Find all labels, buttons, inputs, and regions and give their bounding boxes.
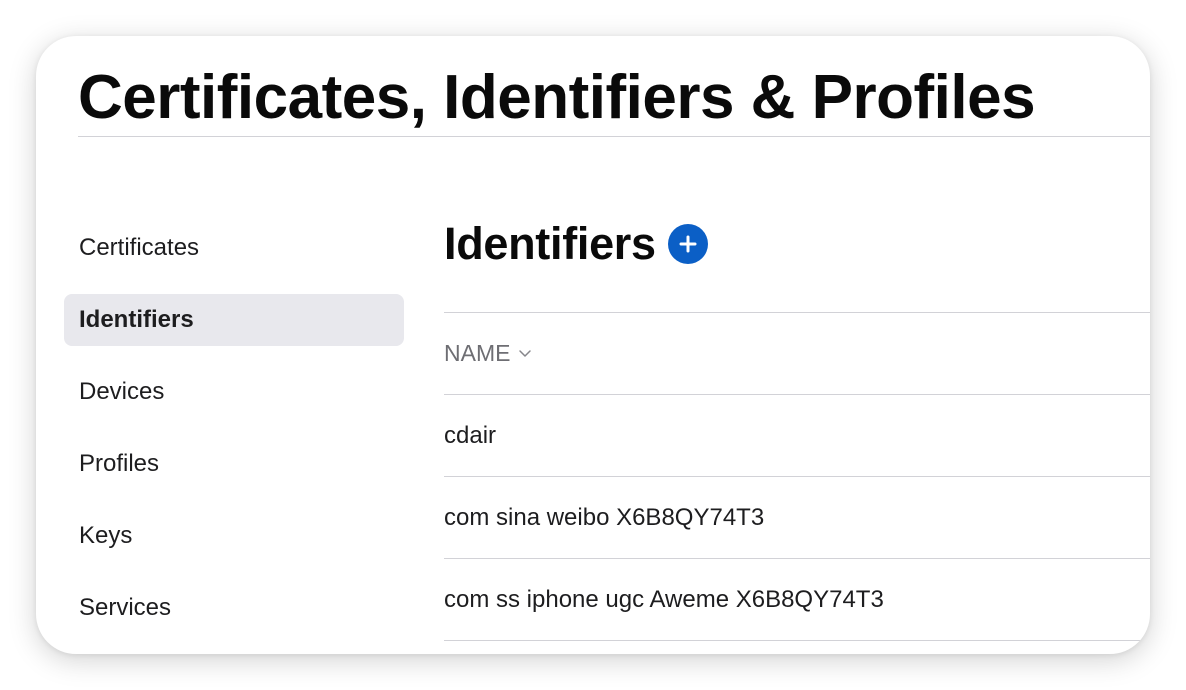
sidebar-item-devices[interactable]: Devices [64,366,404,418]
column-header-label: NAME [444,340,511,366]
chevron-down-icon [518,349,532,358]
sidebar-item-identifiers[interactable]: Identifiers [64,294,404,346]
identifiers-table: NAME cdair com sina weibo X6B8QY74T3 com… [444,312,1150,641]
section-header: Identifiers [444,212,1150,276]
sidebar-item-profiles[interactable]: Profiles [64,438,404,490]
title-divider [78,136,1150,137]
identifier-name: com sina weibo X6B8QY74T3 [444,503,765,531]
identifier-name: com ss iphone ugc Aweme X6B8QY74T3 [444,585,884,613]
identifier-name: cdair [444,421,497,449]
table-row[interactable]: com sina weibo X6B8QY74T3 [444,476,1150,558]
column-header-name[interactable]: NAME [444,312,1150,394]
main-card: Certificates, Identifiers & Profiles Cer… [36,36,1150,654]
table-row[interactable]: com ss iphone ugc Aweme X6B8QY74T3 [444,558,1150,641]
table-row[interactable]: cdair [444,394,1150,476]
identifiers-section: Identifiers NAME cdair com sina weibo X6… [444,212,1150,641]
plus-circle-icon [679,235,697,253]
add-identifier-button[interactable] [667,224,708,264]
sidebar-nav: Certificates Identifiers Devices Profile… [64,222,404,654]
section-title: Identifiers [444,218,656,269]
sidebar-item-keys[interactable]: Keys [64,510,404,562]
sidebar-item-services[interactable]: Services [64,582,404,634]
page-title: Certificates, Identifiers & Profiles [78,63,1036,132]
sidebar-item-certificates[interactable]: Certificates [64,222,404,274]
